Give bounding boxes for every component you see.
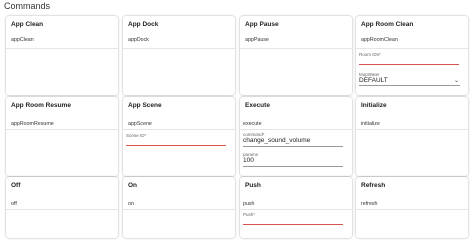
card-title[interactable]: Off <box>11 182 114 189</box>
card-title[interactable]: Execute <box>245 102 348 109</box>
card-command-name: appClean <box>11 37 34 43</box>
card-title[interactable]: Refresh <box>361 182 464 189</box>
mop-water-dropdown[interactable]: DEFAULT ⌄ <box>359 77 460 86</box>
page-title: Commands <box>4 1 51 11</box>
card-command-name: push <box>243 201 255 207</box>
command-field[interactable]: command* change_sound_volume <box>243 132 343 147</box>
card-command-name: appDock <box>128 37 149 43</box>
card-title[interactable]: App Dock <box>128 21 231 28</box>
command-card-execute: Execute execute command* change_sound_vo… <box>240 97 352 176</box>
room-ids-field[interactable]: Room IDs* <box>359 52 459 65</box>
command-card-app-room-resume: App Room Resume appRoomResume <box>6 97 118 176</box>
push-input[interactable] <box>243 217 343 225</box>
card-command-name: appRoomResume <box>11 121 54 127</box>
command-card-app-clean: App Clean appClean <box>6 16 118 95</box>
card-command-name: appScene <box>128 121 152 127</box>
card-title[interactable]: App Clean <box>11 21 114 28</box>
command-card-refresh: Refresh refresh <box>356 177 468 238</box>
scene-id-input[interactable] <box>126 138 226 146</box>
params-value: 100 <box>243 157 254 164</box>
card-command-name: execute <box>243 121 262 127</box>
card-command-name: initialize <box>361 121 380 127</box>
params-input[interactable]: 100 <box>243 157 343 167</box>
command-card-on: On on <box>123 177 235 238</box>
command-card-off: Off off <box>6 177 118 238</box>
push-field[interactable]: Push* <box>243 212 343 225</box>
command-card-app-pause: App Pause appPause <box>240 16 352 95</box>
card-command-name: appPause <box>245 37 269 43</box>
command-input[interactable]: change_sound_volume <box>243 137 343 147</box>
card-title[interactable]: Push <box>245 182 348 189</box>
command-card-app-dock: App Dock appDock <box>123 16 235 95</box>
card-command-name: on <box>128 201 134 207</box>
card-command-name: appRoomClean <box>361 37 398 43</box>
chevron-down-icon: ⌄ <box>453 78 459 84</box>
scene-id-field[interactable]: Scene ID* <box>126 133 226 146</box>
params-field[interactable]: params 100 <box>243 152 343 167</box>
mop-water-select[interactable]: MopWater DEFAULT ⌄ <box>359 72 460 86</box>
card-title[interactable]: On <box>128 182 231 189</box>
command-card-app-scene: App Scene appScene Scene ID* <box>123 97 235 176</box>
card-command-name: off <box>11 201 17 207</box>
card-title[interactable]: App Room Resume <box>11 102 114 109</box>
card-command-name: refresh <box>361 201 378 207</box>
command-card-push: Push push Push* <box>240 177 352 238</box>
room-ids-input[interactable] <box>359 57 459 65</box>
card-title[interactable]: App Scene <box>128 102 231 109</box>
card-title[interactable]: Initialize <box>361 102 464 109</box>
card-title[interactable]: App Room Clean <box>361 21 464 28</box>
card-title[interactable]: App Pause <box>245 21 348 28</box>
command-value: change_sound_volume <box>243 137 311 144</box>
command-card-initialize: Initialize initialize <box>356 97 468 176</box>
mop-water-value: DEFAULT <box>359 77 388 84</box>
command-card-app-room-clean: App Room Clean appRoomClean Room IDs* Mo… <box>356 16 468 95</box>
